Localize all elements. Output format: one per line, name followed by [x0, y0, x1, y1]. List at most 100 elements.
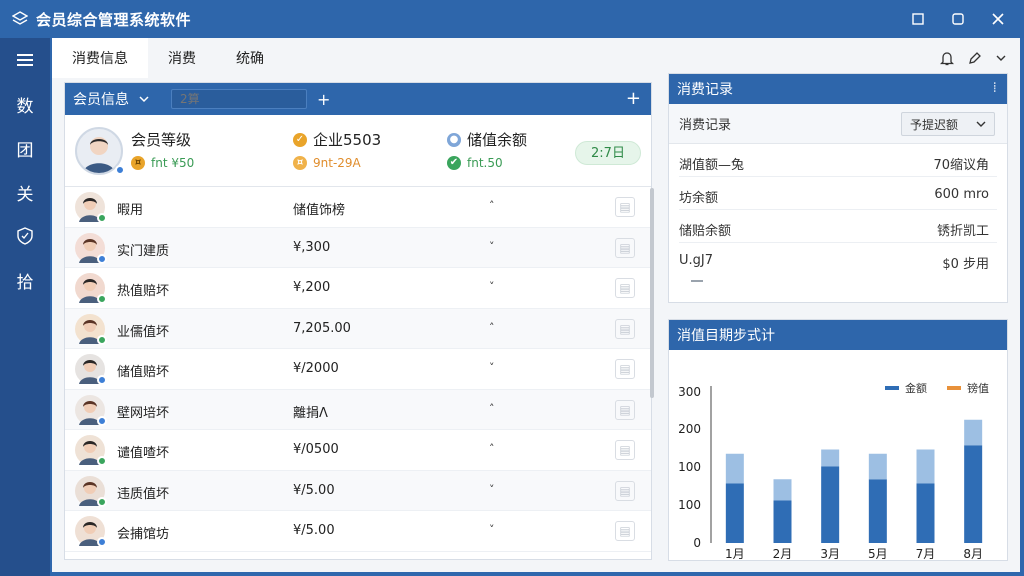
records-subtitle: 消费记录: [679, 118, 732, 133]
record-item: 湖值额—兔 70缩议角: [679, 144, 997, 177]
sidebar-item-3[interactable]: 关: [0, 172, 50, 212]
sort-arrow-icon[interactable]: ˅: [489, 483, 495, 496]
member-dropdown[interactable]: 会员信息: [73, 89, 149, 109]
chevron-down-icon: [139, 96, 149, 103]
chevron-down-icon[interactable]: [996, 54, 1006, 62]
bar: [964, 445, 983, 543]
avatar: [75, 475, 107, 507]
record-item: U.gJ7 $0 步用: [679, 253, 989, 272]
member-amount: ¥/2000: [293, 361, 339, 376]
legend-label: 镑值: [967, 381, 989, 395]
user-icon: ●: [447, 132, 461, 147]
app-title: 会员综合管理系统软件: [36, 10, 192, 29]
minimize-icon: [912, 13, 924, 25]
legend-swatch: [947, 386, 961, 390]
y-tick-label: 300: [678, 385, 701, 399]
records-filter-select[interactable]: 予提迟额: [901, 112, 995, 136]
sidebar-item-shield[interactable]: [0, 216, 50, 256]
sort-arrow-icon[interactable]: ˄: [489, 199, 495, 212]
more-icon[interactable]: ⁞: [993, 80, 997, 96]
row-action-icon[interactable]: ▤: [615, 440, 635, 460]
bar-segment: [821, 449, 840, 467]
row-action-icon[interactable]: ▤: [615, 278, 635, 298]
status-dot: [97, 375, 107, 385]
scrollbar[interactable]: [650, 188, 654, 398]
bell-icon[interactable]: [940, 51, 954, 66]
table-row[interactable]: 业儒值坏 7,205.00 ˄ ▤: [65, 308, 651, 349]
sort-arrow-icon[interactable]: ˄: [489, 321, 495, 334]
divider: [691, 280, 703, 282]
bar-chart: 300 200 100 100 0 金额 镑值 1月 2月 3月 5月 7月 8月: [678, 381, 989, 560]
table-row[interactable]: 储值赔坏 ¥/2000 ˅ ▤: [65, 349, 651, 390]
app-logo-icon: [12, 11, 28, 25]
add-filter-icon[interactable]: +: [317, 90, 330, 109]
member-name: 会捕馆坊: [117, 527, 170, 542]
row-action-icon[interactable]: ▤: [615, 480, 635, 501]
status-dot: [97, 334, 107, 345]
table-row[interactable]: 热值赔坏 ¥,200 ˅ ▤: [65, 268, 651, 309]
table-row[interactable]: 违质值坏 ¥/5.00 ˅ ▤: [65, 470, 651, 511]
table-row[interactable]: 暇用 储值饰榜 ˄ ▤: [65, 187, 651, 228]
row-action-icon[interactable]: ▤: [615, 521, 635, 541]
table-row[interactable]: 实门建质 ¥,300 ˅ ▤: [65, 227, 651, 268]
member-name: 壁网培坏: [117, 405, 170, 421]
member-amount: ¥,300: [293, 239, 331, 255]
minimize-button[interactable]: [898, 0, 938, 38]
sidebar-item-2[interactable]: 团: [0, 128, 50, 168]
member-name: 储值赔坏: [117, 365, 170, 380]
sort-arrow-icon[interactable]: ˅: [489, 280, 495, 293]
status-dot: [115, 165, 125, 175]
row-action-icon[interactable]: ▤: [615, 399, 635, 420]
x-tick-label: 3月: [820, 547, 840, 560]
status-dot: [97, 415, 107, 426]
sidebar-item-5[interactable]: 拾: [0, 260, 50, 300]
sort-arrow-icon[interactable]: ˅: [489, 361, 495, 374]
coin-icon: ¤: [131, 156, 145, 170]
sidebar-menu-button[interactable]: [0, 40, 50, 80]
maximize-button[interactable]: [938, 0, 978, 38]
avatar: [75, 354, 107, 385]
sort-arrow-icon[interactable]: ˄: [489, 402, 495, 415]
bar: [725, 483, 744, 543]
sort-arrow-icon[interactable]: ˅: [489, 240, 495, 253]
chart-panel: 消值目期步式计 300 200 100 100 0 金额 镑值 1月 2月 3月 5月 7月 8月: [668, 319, 1008, 561]
row-action-icon[interactable]: ▤: [615, 197, 635, 217]
share-icon[interactable]: [968, 51, 982, 65]
tab-consumption-info[interactable]: 消费信息: [52, 38, 148, 78]
sort-arrow-icon[interactable]: ˅: [489, 523, 495, 536]
table-row[interactable]: 壁网培坏 離捐Λ ˄ ▤: [65, 389, 651, 430]
close-button[interactable]: [978, 0, 1018, 38]
avatar: [75, 516, 107, 547]
member-amount: ¥/0500: [293, 442, 339, 457]
sidebar-item-1[interactable]: 数: [0, 84, 50, 124]
tab-stats[interactable]: 统确: [216, 38, 284, 78]
record-item: 坊余额 600 mro: [679, 177, 997, 210]
table-row[interactable]: 谴值喳坏 ¥/0500 ˄ ▤: [65, 430, 651, 471]
member-name: 违质值坏: [117, 486, 170, 502]
row-action-icon[interactable]: ▤: [615, 318, 635, 339]
shield-icon: [17, 227, 33, 245]
add-member-icon[interactable]: +: [626, 88, 641, 109]
main-area: 消费信息 消费 统确 会员信息 + + 会员等级: [52, 38, 1020, 572]
maximize-icon: [952, 13, 964, 25]
member-name: 业儒值坏: [117, 324, 170, 340]
x-tick-label: 1月: [725, 547, 745, 560]
table-row[interactable]: 会捕馆坊 ¥/5.00 ˅ ▤: [65, 511, 651, 552]
company-title: 企业5503: [313, 131, 382, 149]
bar: [916, 483, 935, 543]
x-tick-label: 7月: [916, 547, 936, 560]
row-action-icon[interactable]: ▤: [615, 359, 635, 379]
sidebar: 数 团 关 拾: [0, 38, 50, 576]
tab-consumption[interactable]: 消费: [148, 38, 216, 78]
avatar: [75, 232, 107, 264]
member-search-input[interactable]: [171, 89, 307, 109]
status-dot: [97, 294, 107, 304]
y-tick-label: 0: [693, 536, 701, 550]
bar-segment: [916, 449, 935, 484]
bar-segment: [868, 453, 887, 480]
member-name: 实门建质: [117, 243, 170, 259]
avatar: [75, 192, 107, 223]
sort-arrow-icon[interactable]: ˄: [489, 442, 495, 455]
row-action-icon[interactable]: ▤: [615, 237, 635, 258]
status-dot: [97, 496, 107, 507]
